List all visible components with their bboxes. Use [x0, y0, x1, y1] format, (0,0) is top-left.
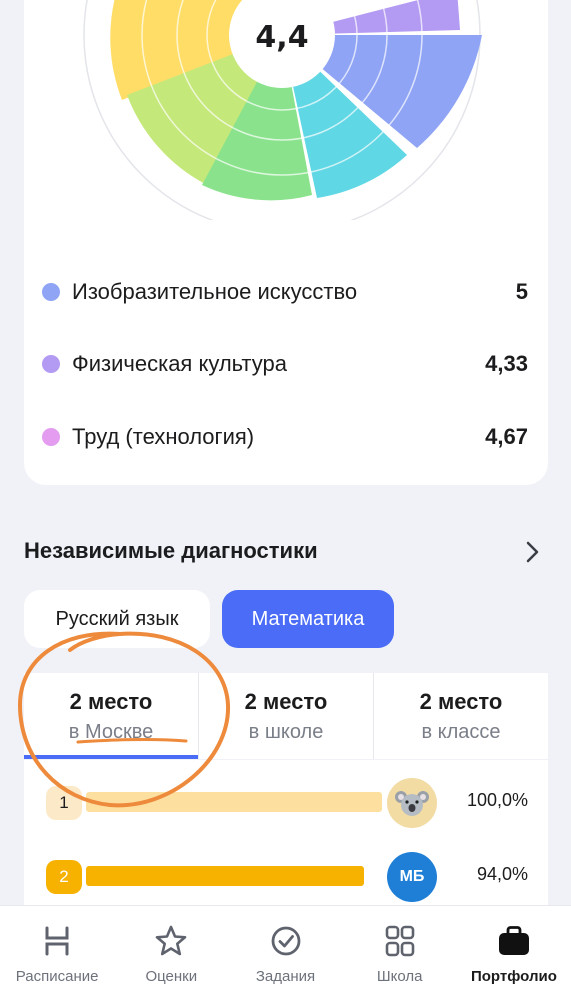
nav-tasks[interactable]: Задания — [228, 906, 342, 1000]
koala-avatar-icon — [387, 778, 437, 828]
legend-label: Физическая культура — [72, 351, 287, 376]
legend-label: Изобразительное искусство — [72, 279, 358, 304]
legend-label: Труд (технология) — [72, 424, 255, 449]
rank-percent: 100,0% — [466, 790, 528, 810]
rank-percent: 94,0% — [476, 864, 528, 884]
rank-badge: 1 — [46, 786, 82, 820]
rank-bar — [86, 792, 382, 812]
avatar-initials: МБ — [387, 852, 437, 902]
schedule-icon — [45, 926, 69, 956]
legend-item-labor[interactable]: Труд (технология) 4,67 — [42, 417, 528, 457]
legend-dot — [42, 355, 60, 373]
legend-dot — [42, 283, 60, 301]
star-icon — [155, 925, 187, 956]
tab-moscow[interactable]: 2 место в Москве — [24, 673, 198, 759]
nav-label: Расписание — [15, 968, 99, 985]
grid-icon — [385, 925, 415, 957]
nav-label: Оценки — [145, 968, 198, 985]
legend-value: 4,67 — [485, 424, 528, 449]
grades-rose-chart: 4,4 — [83, 0, 482, 220]
tab-class[interactable]: 2 место в классе — [373, 673, 548, 759]
chevron-right-icon[interactable] — [520, 540, 544, 564]
tab-title: 2 место — [244, 688, 328, 714]
ranking-row[interactable]: 2 МБ 94,0% — [24, 852, 548, 902]
tab-title: 2 место — [69, 688, 153, 714]
nav-label: Школа — [376, 968, 423, 985]
tab-subtitle: в школе — [248, 720, 324, 743]
legend-item-pe[interactable]: Физическая культура 4,33 — [42, 344, 528, 384]
average-grade: 4,4 — [255, 20, 308, 55]
legend-dot — [42, 428, 60, 446]
nav-schedule[interactable]: Расписание — [0, 906, 114, 1000]
tab-school[interactable]: 2 место в школе — [198, 673, 373, 759]
subject-pill-russian[interactable]: Русский язык — [24, 590, 210, 648]
ranking-list: 1 100,0% 2 МБ 94,0% — [24, 760, 548, 905]
subject-pill-math[interactable]: Математика — [222, 590, 394, 648]
section-title: Независимые диагностики — [24, 538, 318, 563]
tab-title: 2 место — [419, 688, 503, 714]
place-tabs: 2 место в Москве 2 место в школе 2 место… — [24, 673, 548, 759]
tab-subtitle: в Москве — [68, 720, 154, 743]
nav-school[interactable]: Школа — [343, 906, 457, 1000]
tab-subtitle: в классе — [421, 720, 501, 743]
legend-value: 4,33 — [485, 351, 528, 376]
nav-label: Портфолио — [470, 968, 557, 985]
rank-badge: 2 — [46, 860, 82, 894]
ranking-row[interactable]: 1 100,0% — [24, 778, 548, 828]
nav-grades[interactable]: Оценки — [114, 906, 228, 1000]
briefcase-icon — [498, 926, 529, 955]
check-circle-icon — [271, 926, 300, 956]
legend-item-art[interactable]: Изобразительное искусство 5 — [42, 272, 528, 312]
legend-value: 5 — [515, 279, 528, 304]
nav-portfolio[interactable]: Портфолио — [457, 906, 571, 1000]
bottom-navigation: Расписание Оценки Задания Школа Портфоли… — [0, 905, 571, 1000]
subjects-card: 4,4 Изобразительное искусство 5 Физическ… — [24, 0, 548, 485]
nav-label: Задания — [255, 968, 316, 985]
rank-bar — [86, 866, 364, 886]
